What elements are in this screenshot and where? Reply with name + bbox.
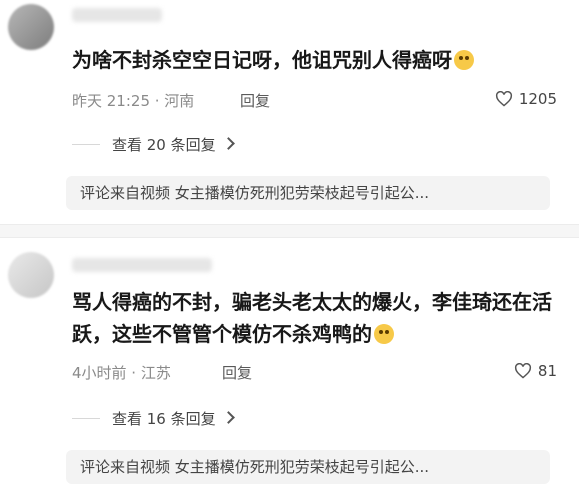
crying-face-icon <box>454 50 474 70</box>
video-source-banner[interactable]: 评论来自视频 女主播模仿死刑犯劳荣枝起号引起公... <box>66 176 550 210</box>
section-divider <box>0 224 579 238</box>
video-source-banner[interactable]: 评论来自视频 女主播模仿死刑犯劳荣枝起号引起公... <box>66 450 550 484</box>
chevron-right-icon <box>221 137 235 150</box>
drooling-face-icon <box>374 324 394 344</box>
username-blurred[interactable] <box>72 8 162 22</box>
heart-outline-icon <box>495 91 512 107</box>
like-button[interactable]: 81 <box>514 362 557 380</box>
view-replies-link[interactable]: 查看 20 条回复 <box>112 134 235 155</box>
comment-meta: 昨天 21:25 · 河南 <box>72 92 195 110</box>
avatar[interactable] <box>8 252 54 298</box>
comment-item: 为啥不封杀空空日记呀，他诅咒别人得癌呀 昨天 21:25 · 河南 回复 120… <box>0 0 579 222</box>
reply-button[interactable]: 回复 <box>222 362 252 383</box>
reply-button[interactable]: 回复 <box>240 90 270 111</box>
username-blurred[interactable] <box>72 258 212 272</box>
comment-item: 骂人得癌的不封，骗老头老太太的爆火，李佳琦还在活跃，这些不管管个模仿不杀鸡鸭的 … <box>0 240 579 500</box>
avatar[interactable] <box>8 4 54 50</box>
like-count: 81 <box>537 362 557 380</box>
comment-text: 为啥不封杀空空日记呀，他诅咒别人得癌呀 <box>72 44 552 76</box>
heart-outline-icon <box>514 363 531 379</box>
chevron-right-icon <box>221 411 235 424</box>
like-count: 1205 <box>518 90 557 108</box>
divider-line <box>72 144 100 145</box>
comment-meta: 4小时前 · 江苏 <box>72 364 171 382</box>
comment-text: 骂人得癌的不封，骗老头老太太的爆火，李佳琦还在活跃，这些不管管个模仿不杀鸡鸭的 <box>72 290 552 346</box>
view-replies-link[interactable]: 查看 16 条回复 <box>112 408 235 429</box>
divider-line <box>72 418 100 419</box>
like-button[interactable]: 1205 <box>495 90 557 108</box>
